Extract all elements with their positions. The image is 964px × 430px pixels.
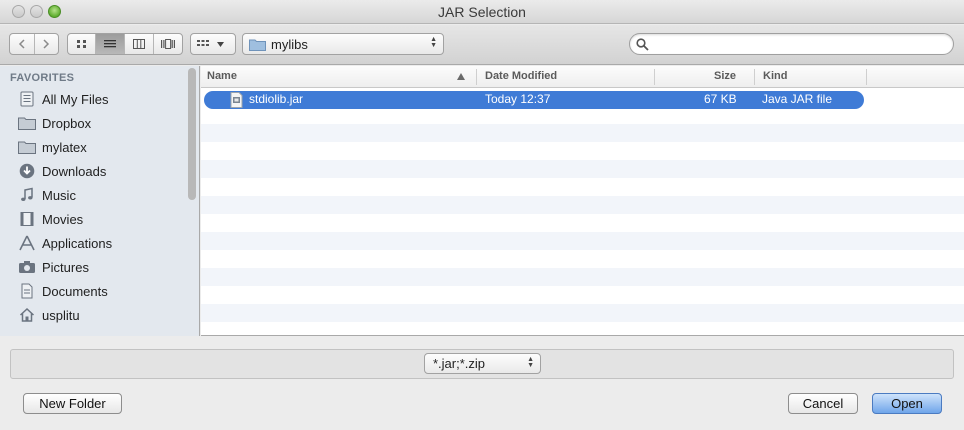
size-column-header[interactable]: Size [714, 70, 736, 82]
chevron-left-icon [18, 39, 25, 49]
sidebar-item-usplitu[interactable]: usplitu [0, 303, 186, 327]
arrange-grid-icon [197, 40, 209, 46]
jar-selection-dialog: JAR Selection mylibs ▲ ▼ FAVORITES All M… [0, 0, 964, 430]
sidebar-item-label: All My Files [42, 91, 109, 107]
camera-icon [18, 258, 36, 276]
folder-icon [18, 138, 36, 156]
search-icon [636, 38, 649, 51]
dialog-footer: *.jar;*.zip ▲ ▼ New Folder Cancel Open [0, 337, 964, 430]
name-column-header[interactable]: Name [207, 70, 237, 82]
list-icon [104, 40, 116, 48]
sidebar-item-label: mylatex [42, 139, 87, 155]
sidebar-item-downloads[interactable]: Downloads [0, 159, 186, 183]
kind-column-header[interactable]: Kind [763, 70, 787, 82]
sidebar-item-label: Music [42, 187, 76, 203]
date-column-header[interactable]: Date Modified [485, 70, 557, 82]
updown-arrows-icon: ▲ ▼ [430, 36, 437, 49]
movies-icon [18, 210, 36, 228]
applications-icon [18, 234, 36, 252]
sidebar-item-documents[interactable]: Documents [0, 279, 186, 303]
chevron-right-icon [43, 39, 50, 49]
sidebar-item-label: Downloads [42, 163, 107, 179]
search-field[interactable] [629, 33, 954, 55]
column-view-button[interactable] [125, 34, 154, 54]
folder-icon [18, 114, 36, 132]
folder-icon [249, 39, 266, 51]
sidebar-item-all-my-files[interactable]: All My Files [0, 87, 186, 111]
arrange-menu[interactable] [190, 33, 236, 55]
sidebar-item-applications[interactable]: Applications [0, 231, 186, 255]
favorites-heading: FAVORITES [10, 72, 75, 84]
empty-row [201, 124, 964, 142]
sidebar-item-label: usplitu [42, 307, 80, 323]
title-bar: JAR Selection [0, 0, 964, 24]
column-divider[interactable] [866, 69, 867, 85]
column-header: Name Date Modified Size Kind [201, 66, 964, 88]
view-mode-control [67, 33, 183, 55]
icon-view-button[interactable] [68, 34, 96, 54]
sidebar-item-dropbox[interactable]: Dropbox [0, 111, 186, 135]
column-divider[interactable] [754, 69, 755, 85]
sidebar-item-label: Documents [42, 283, 108, 299]
sidebar-item-label: Movies [42, 211, 84, 227]
empty-row [201, 160, 964, 178]
window-title: JAR Selection [438, 4, 526, 20]
location-label: mylibs [271, 36, 308, 52]
list-view-button[interactable] [96, 34, 125, 54]
sidebar-item-label: Pictures [42, 259, 89, 275]
documents-icon [18, 282, 36, 300]
sidebar-item-music[interactable]: Music [0, 183, 186, 207]
new-folder-button[interactable]: New Folder [23, 393, 122, 414]
back-button[interactable] [10, 34, 35, 54]
updown-arrows-icon: ▲ ▼ [527, 356, 534, 369]
open-button[interactable]: Open [872, 393, 942, 414]
sidebar-item-mylatex[interactable]: mylatex [0, 135, 186, 159]
empty-row [201, 232, 964, 250]
empty-row [201, 304, 964, 322]
file-type-well: *.jar;*.zip ▲ ▼ [10, 349, 954, 379]
sort-ascending-icon [457, 73, 465, 80]
sidebar-item-label: Dropbox [42, 115, 92, 131]
forward-button[interactable] [35, 34, 59, 54]
column-divider[interactable] [654, 69, 655, 85]
location-popup[interactable]: mylibs ▲ ▼ [242, 33, 444, 55]
jar-file-icon [230, 92, 243, 108]
file-name: stdiolib.jar [249, 92, 304, 106]
file-type-filter-popup[interactable]: *.jar;*.zip ▲ ▼ [424, 353, 541, 374]
back-forward-control [9, 33, 59, 55]
sidebar: FAVORITES All My Files Dropbox mylatex D… [0, 66, 200, 336]
empty-row [201, 268, 964, 286]
table-row[interactable]: stdiolib.jar Today 12:37 67 KB Java JAR … [204, 91, 864, 109]
downloads-icon [18, 162, 36, 180]
sidebar-item-label: Applications [42, 235, 113, 251]
music-icon [18, 186, 36, 204]
columns-icon [133, 39, 145, 49]
file-list: Name Date Modified Size Kind stdiolib.ja… [201, 66, 964, 336]
sidebar-item-pictures[interactable]: Pictures [0, 255, 186, 279]
column-divider[interactable] [476, 69, 477, 85]
sidebar-scrollbar[interactable] [188, 68, 196, 200]
grid-icon [76, 40, 86, 48]
empty-row [201, 196, 964, 214]
coverflow-view-button[interactable] [154, 34, 182, 54]
file-type-filter-label: *.jar;*.zip [433, 356, 486, 371]
all-files-icon [18, 90, 36, 108]
toolbar: mylibs ▲ ▼ [0, 25, 964, 65]
cancel-button[interactable]: Cancel [788, 393, 858, 414]
file-kind: Java JAR file [762, 92, 833, 106]
file-size: 67 KB [704, 92, 737, 106]
chevron-down-icon [217, 41, 224, 47]
home-icon [18, 306, 36, 324]
sidebar-item-movies[interactable]: Movies [0, 207, 186, 231]
coverflow-icon [161, 39, 175, 49]
file-date: Today 12:37 [485, 92, 551, 106]
